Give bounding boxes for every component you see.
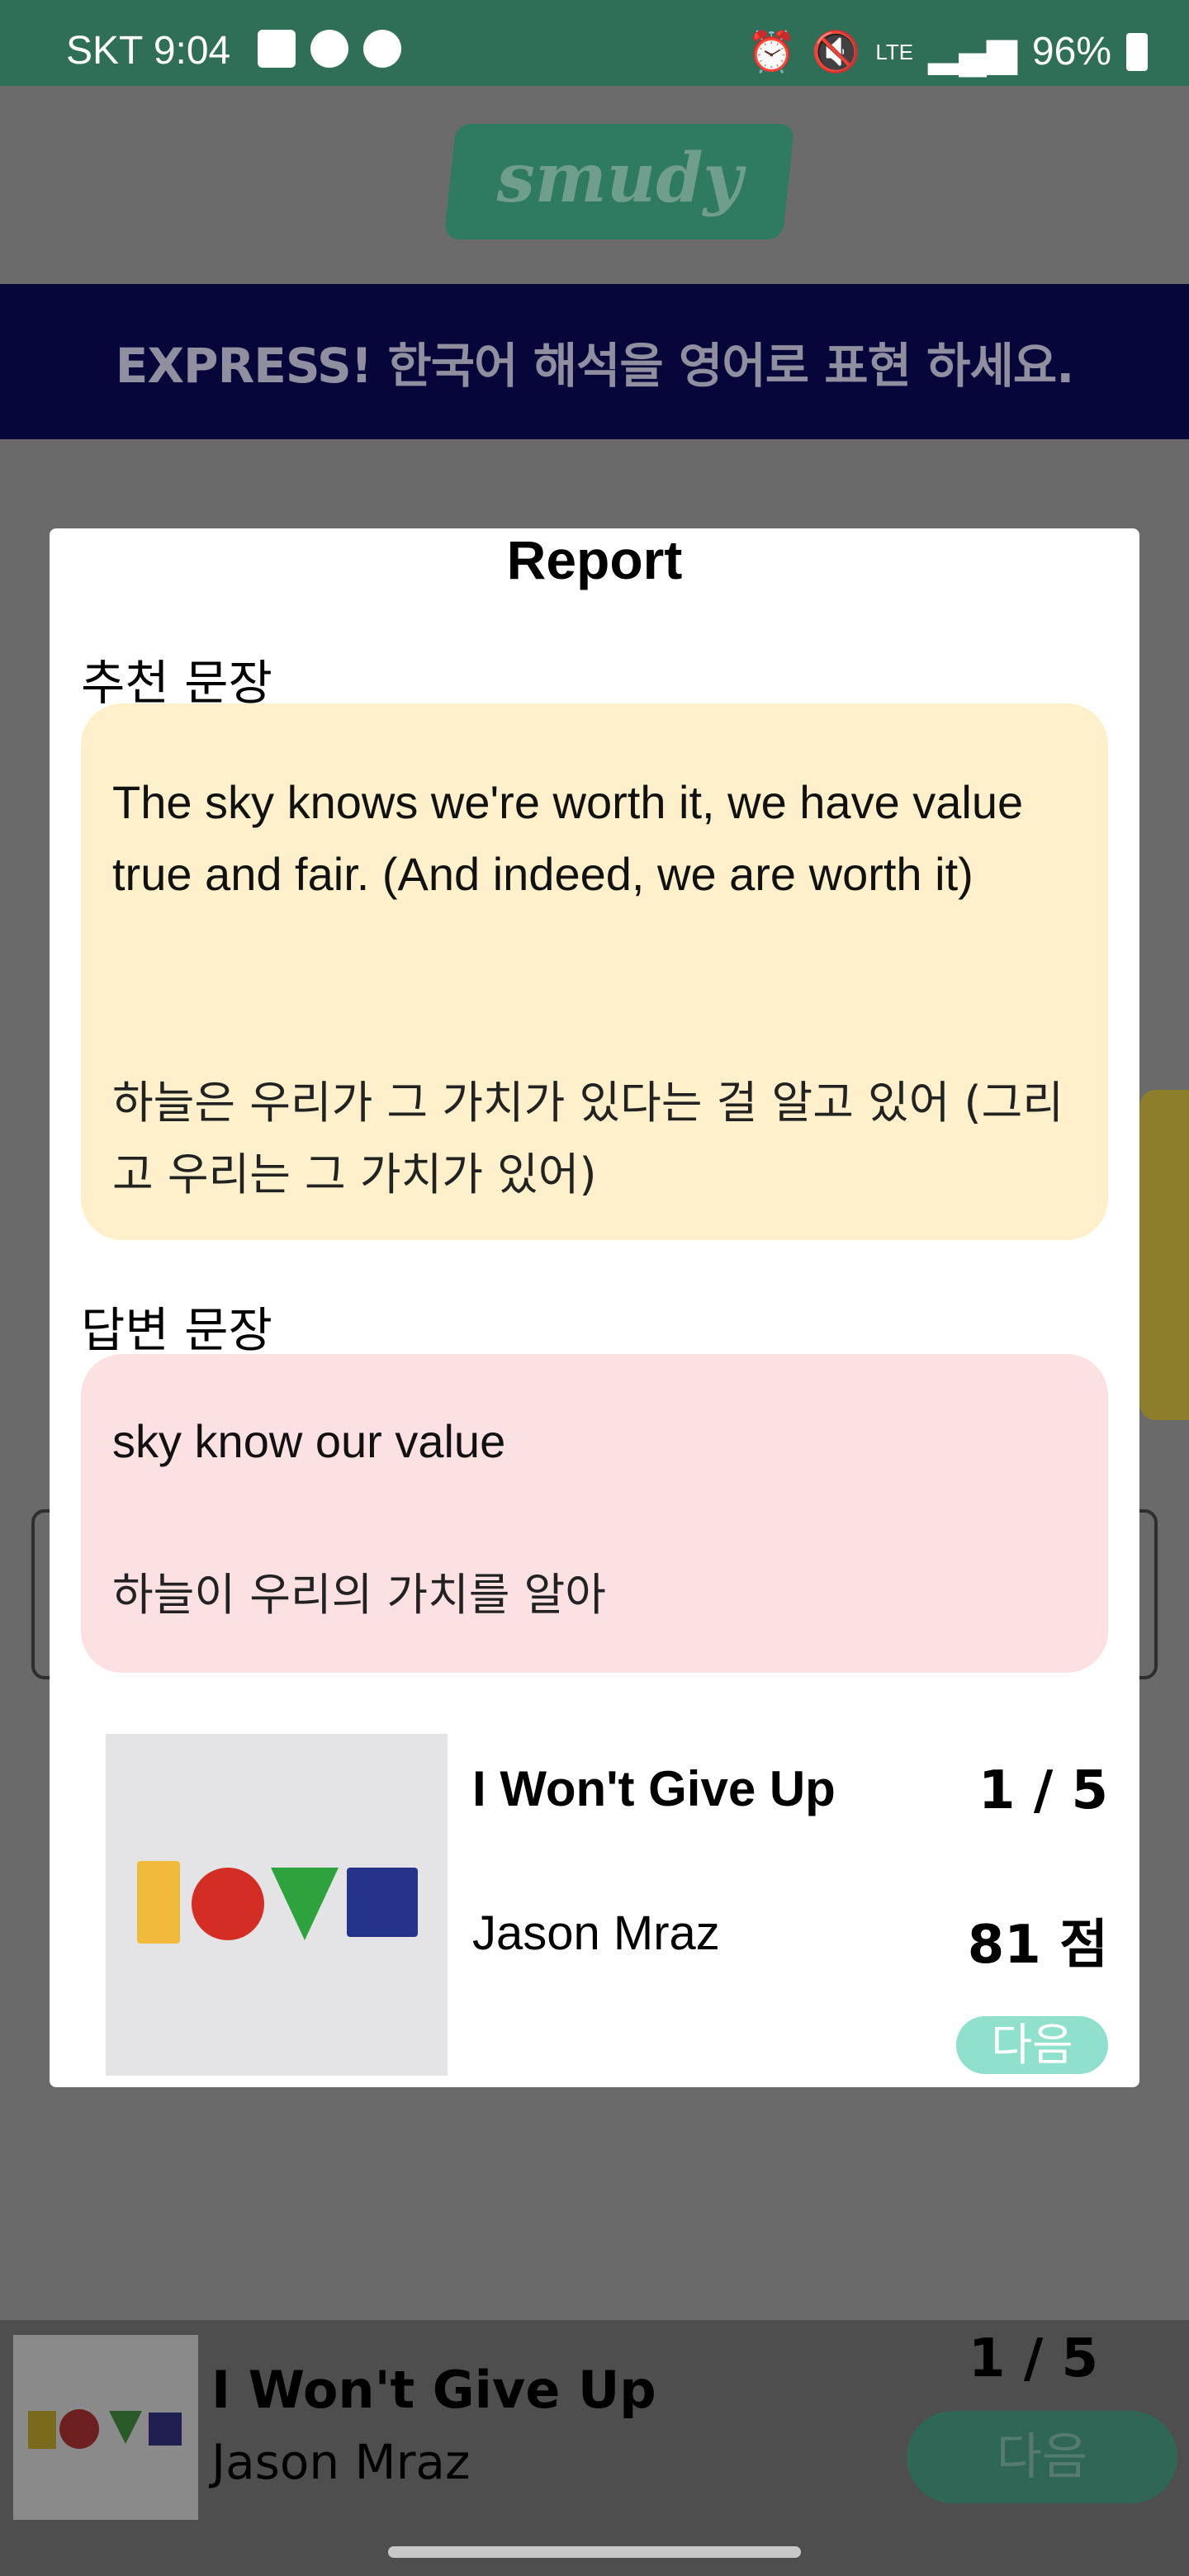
recommended-card: The sky knows we're worth it, we have va… bbox=[81, 703, 1108, 1240]
report-dialog: Report 추천 문장 The sky knows we're worth i… bbox=[50, 528, 1139, 2087]
answer-english: sky know our value bbox=[112, 1415, 506, 1467]
status-right: ⏰ 🔇 LTE ▂▄▆ 96% bbox=[747, 28, 1148, 75]
player-song-title: I Won't Give Up bbox=[211, 2360, 656, 2420]
signal-icon: ▂▄▆ bbox=[928, 30, 1017, 74]
player-next-button[interactable]: 다음 bbox=[907, 2411, 1177, 2503]
album-cover bbox=[106, 1734, 448, 2076]
instruction-banner: EXPRESS! 한국어 해석을 영어로 표현 하세요. bbox=[0, 284, 1189, 439]
logo-text: smudy bbox=[496, 139, 743, 218]
recommended-english: The sky knows we're worth it, we have va… bbox=[112, 776, 1024, 900]
home-indicator[interactable] bbox=[388, 2546, 801, 2558]
network-type: LTE bbox=[875, 39, 914, 64]
song-score: 81 점 bbox=[967, 1915, 1108, 1976]
mute-icon: 🔇 bbox=[811, 31, 861, 74]
smudy-logo: smudy bbox=[443, 124, 795, 239]
answer-label: 답변 문장 bbox=[81, 1302, 272, 1358]
player-album-art bbox=[13, 2335, 198, 2520]
answer-card: sky know our value 하늘이 우리의 가치를 알아 bbox=[81, 1354, 1108, 1673]
recommended-korean: 하늘은 우리가 그 가치가 있다는 걸 알고 있어 (그리고 우리는 그 가치가… bbox=[112, 1077, 1063, 1200]
status-time: SKT 9:04 bbox=[66, 29, 231, 73]
battery-icon bbox=[1126, 32, 1148, 71]
dialog-title: Report bbox=[506, 529, 683, 590]
song-artist: Jason Mraz bbox=[472, 1906, 720, 1960]
talk-icon bbox=[310, 30, 348, 68]
alarm-icon: ⏰ bbox=[746, 31, 797, 74]
song-title: I Won't Give Up bbox=[472, 1761, 836, 1816]
player-progress: 1 / 5 bbox=[969, 2328, 1098, 2389]
answer-korean: 하늘이 우리의 가치를 알아 bbox=[112, 1569, 606, 1621]
instruction-text: EXPRESS! 한국어 해석을 영어로 표현 하세요. bbox=[115, 338, 1075, 394]
battery-percent: 96% bbox=[1031, 30, 1111, 73]
gallery-icon bbox=[258, 30, 296, 68]
song-progress: 1 / 5 bbox=[978, 1760, 1108, 1821]
status-bar: SKT 9:04 ⏰ 🔇 LTE ▂▄▆ 96% bbox=[0, 0, 1189, 86]
next-button[interactable]: 다음 bbox=[956, 2016, 1108, 2074]
background-card bbox=[1139, 1090, 1189, 1420]
notification-icons bbox=[258, 30, 401, 68]
chat-bubble-icon bbox=[363, 30, 401, 68]
player-artist: Jason Mraz bbox=[211, 2434, 471, 2490]
